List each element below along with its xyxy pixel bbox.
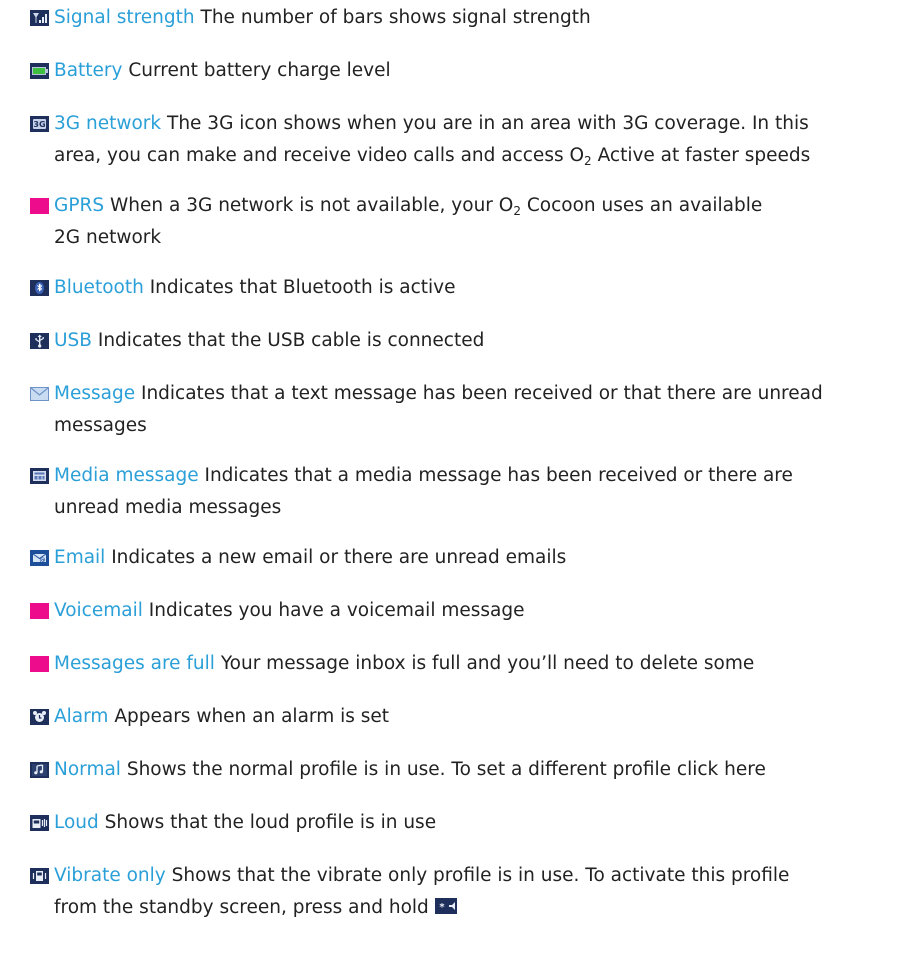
legend-entry-message: Message Indicates that a text message ha…	[30, 378, 890, 442]
legend-entry-3g-network: 3G 3G network The 3G icon shows when you…	[30, 108, 890, 172]
subscript-2: 2	[513, 204, 521, 218]
legend-description: The number of bars shows signal strength	[200, 7, 591, 28]
voicemail-icon	[30, 603, 49, 619]
legend-term: Messages are full	[54, 653, 215, 674]
legend-description: The 3G icon shows when you are in an are…	[167, 113, 809, 134]
legend-term: GPRS	[54, 195, 105, 216]
usb-icon	[30, 333, 49, 349]
bluetooth-icon	[30, 280, 49, 296]
legend-description: Indicates that a text message has been r…	[140, 383, 823, 404]
legend-entry-gprs: GPRS When a 3G network is not available,…	[30, 190, 890, 254]
vibrate-profile-icon	[30, 868, 49, 884]
normal-profile-icon	[30, 762, 49, 778]
svg-text:*: *	[439, 902, 445, 913]
legend-description: Indicates a new email or there are unrea…	[111, 547, 567, 568]
subscript-2: 2	[584, 154, 592, 168]
legend-description: Current battery charge level	[128, 60, 391, 81]
legend-entry-loud-profile: Loud Shows that the loud profile is in u…	[30, 807, 890, 839]
legend-description: from the standby screen, press and hold	[54, 897, 429, 918]
legend-description: Indicates that Bluetooth is active	[149, 277, 456, 298]
legend-term: Message	[54, 383, 136, 404]
svg-text:3G: 3G	[33, 120, 45, 129]
legend-entry-battery: Battery Current battery charge level	[30, 55, 890, 87]
messages-full-icon	[30, 656, 49, 672]
gprs-icon	[30, 198, 49, 214]
legend-description: Indicates you have a voicemail message	[148, 600, 525, 621]
legend-entry-voicemail: Voicemail Indicates you have a voicemail…	[30, 595, 890, 627]
legend-description: unread media messages	[54, 497, 282, 518]
legend-entry-bluetooth: Bluetooth Indicates that Bluetooth is ac…	[30, 272, 890, 304]
legend-entry-media-message: Media message Indicates that a media mes…	[30, 460, 890, 524]
legend-entry-messages-full: Messages are full Your message inbox is …	[30, 648, 890, 680]
loud-profile-icon	[30, 815, 49, 831]
legend-entry-alarm: Alarm Appears when an alarm is set	[30, 701, 890, 733]
legend-term: Loud	[54, 812, 99, 833]
legend-description: Your message inbox is full and you’ll ne…	[220, 653, 755, 674]
legend-description: Indicates that the USB cable is connecte…	[97, 330, 485, 351]
legend-description: When a 3G network is not available, your…	[109, 195, 514, 216]
legend-entry-normal-profile: Normal Shows the normal profile is in us…	[30, 754, 890, 786]
legend-entry-signal-strength: Signal strength The number of bars shows…	[30, 2, 890, 34]
legend-term: Email	[54, 547, 106, 568]
star-key-icon: *	[434, 898, 457, 914]
legend-term: Bluetooth	[54, 277, 144, 298]
email-icon: @	[30, 550, 49, 566]
message-envelope-icon	[30, 386, 49, 402]
legend-term: USB	[54, 330, 92, 351]
battery-icon	[30, 63, 49, 79]
legend-description: Appears when an alarm is set	[114, 706, 390, 727]
legend-description: Indicates that a media message has been …	[204, 465, 793, 486]
legend-entry-email: @ Email Indicates a new email or there a…	[30, 542, 890, 574]
legend-description: 2G network	[54, 227, 162, 248]
legend-term: Media message	[54, 465, 199, 486]
legend-description: Shows that the loud profile is in use	[104, 812, 437, 833]
legend-term: Voicemail	[54, 600, 143, 621]
legend-entry-vibrate-profile: Vibrate only Shows that the vibrate only…	[30, 860, 890, 924]
svg-text:@: @	[40, 557, 46, 564]
legend-entry-usb: USB Indicates that the USB cable is conn…	[30, 325, 890, 357]
legend-description: area, you can make and receive video cal…	[54, 145, 585, 166]
alarm-icon	[30, 709, 49, 725]
3g-network-icon: 3G	[30, 116, 49, 132]
media-message-icon	[30, 468, 49, 484]
signal-strength-icon	[30, 10, 49, 26]
legend-description: Shows that the vibrate only profile is i…	[171, 865, 790, 886]
legend-description: Shows the normal profile is in use. To s…	[126, 759, 766, 780]
legend-description: Active at faster speeds	[591, 145, 811, 166]
legend-term: Normal	[54, 759, 121, 780]
legend-term: Vibrate only	[54, 865, 166, 886]
legend-term: Signal strength	[54, 7, 195, 28]
legend-description: Cocoon uses an available	[521, 195, 763, 216]
legend-description: messages	[54, 415, 147, 436]
legend-term: Battery	[54, 60, 123, 81]
legend-term: 3G network	[54, 113, 162, 134]
legend-term: Alarm	[54, 706, 109, 727]
